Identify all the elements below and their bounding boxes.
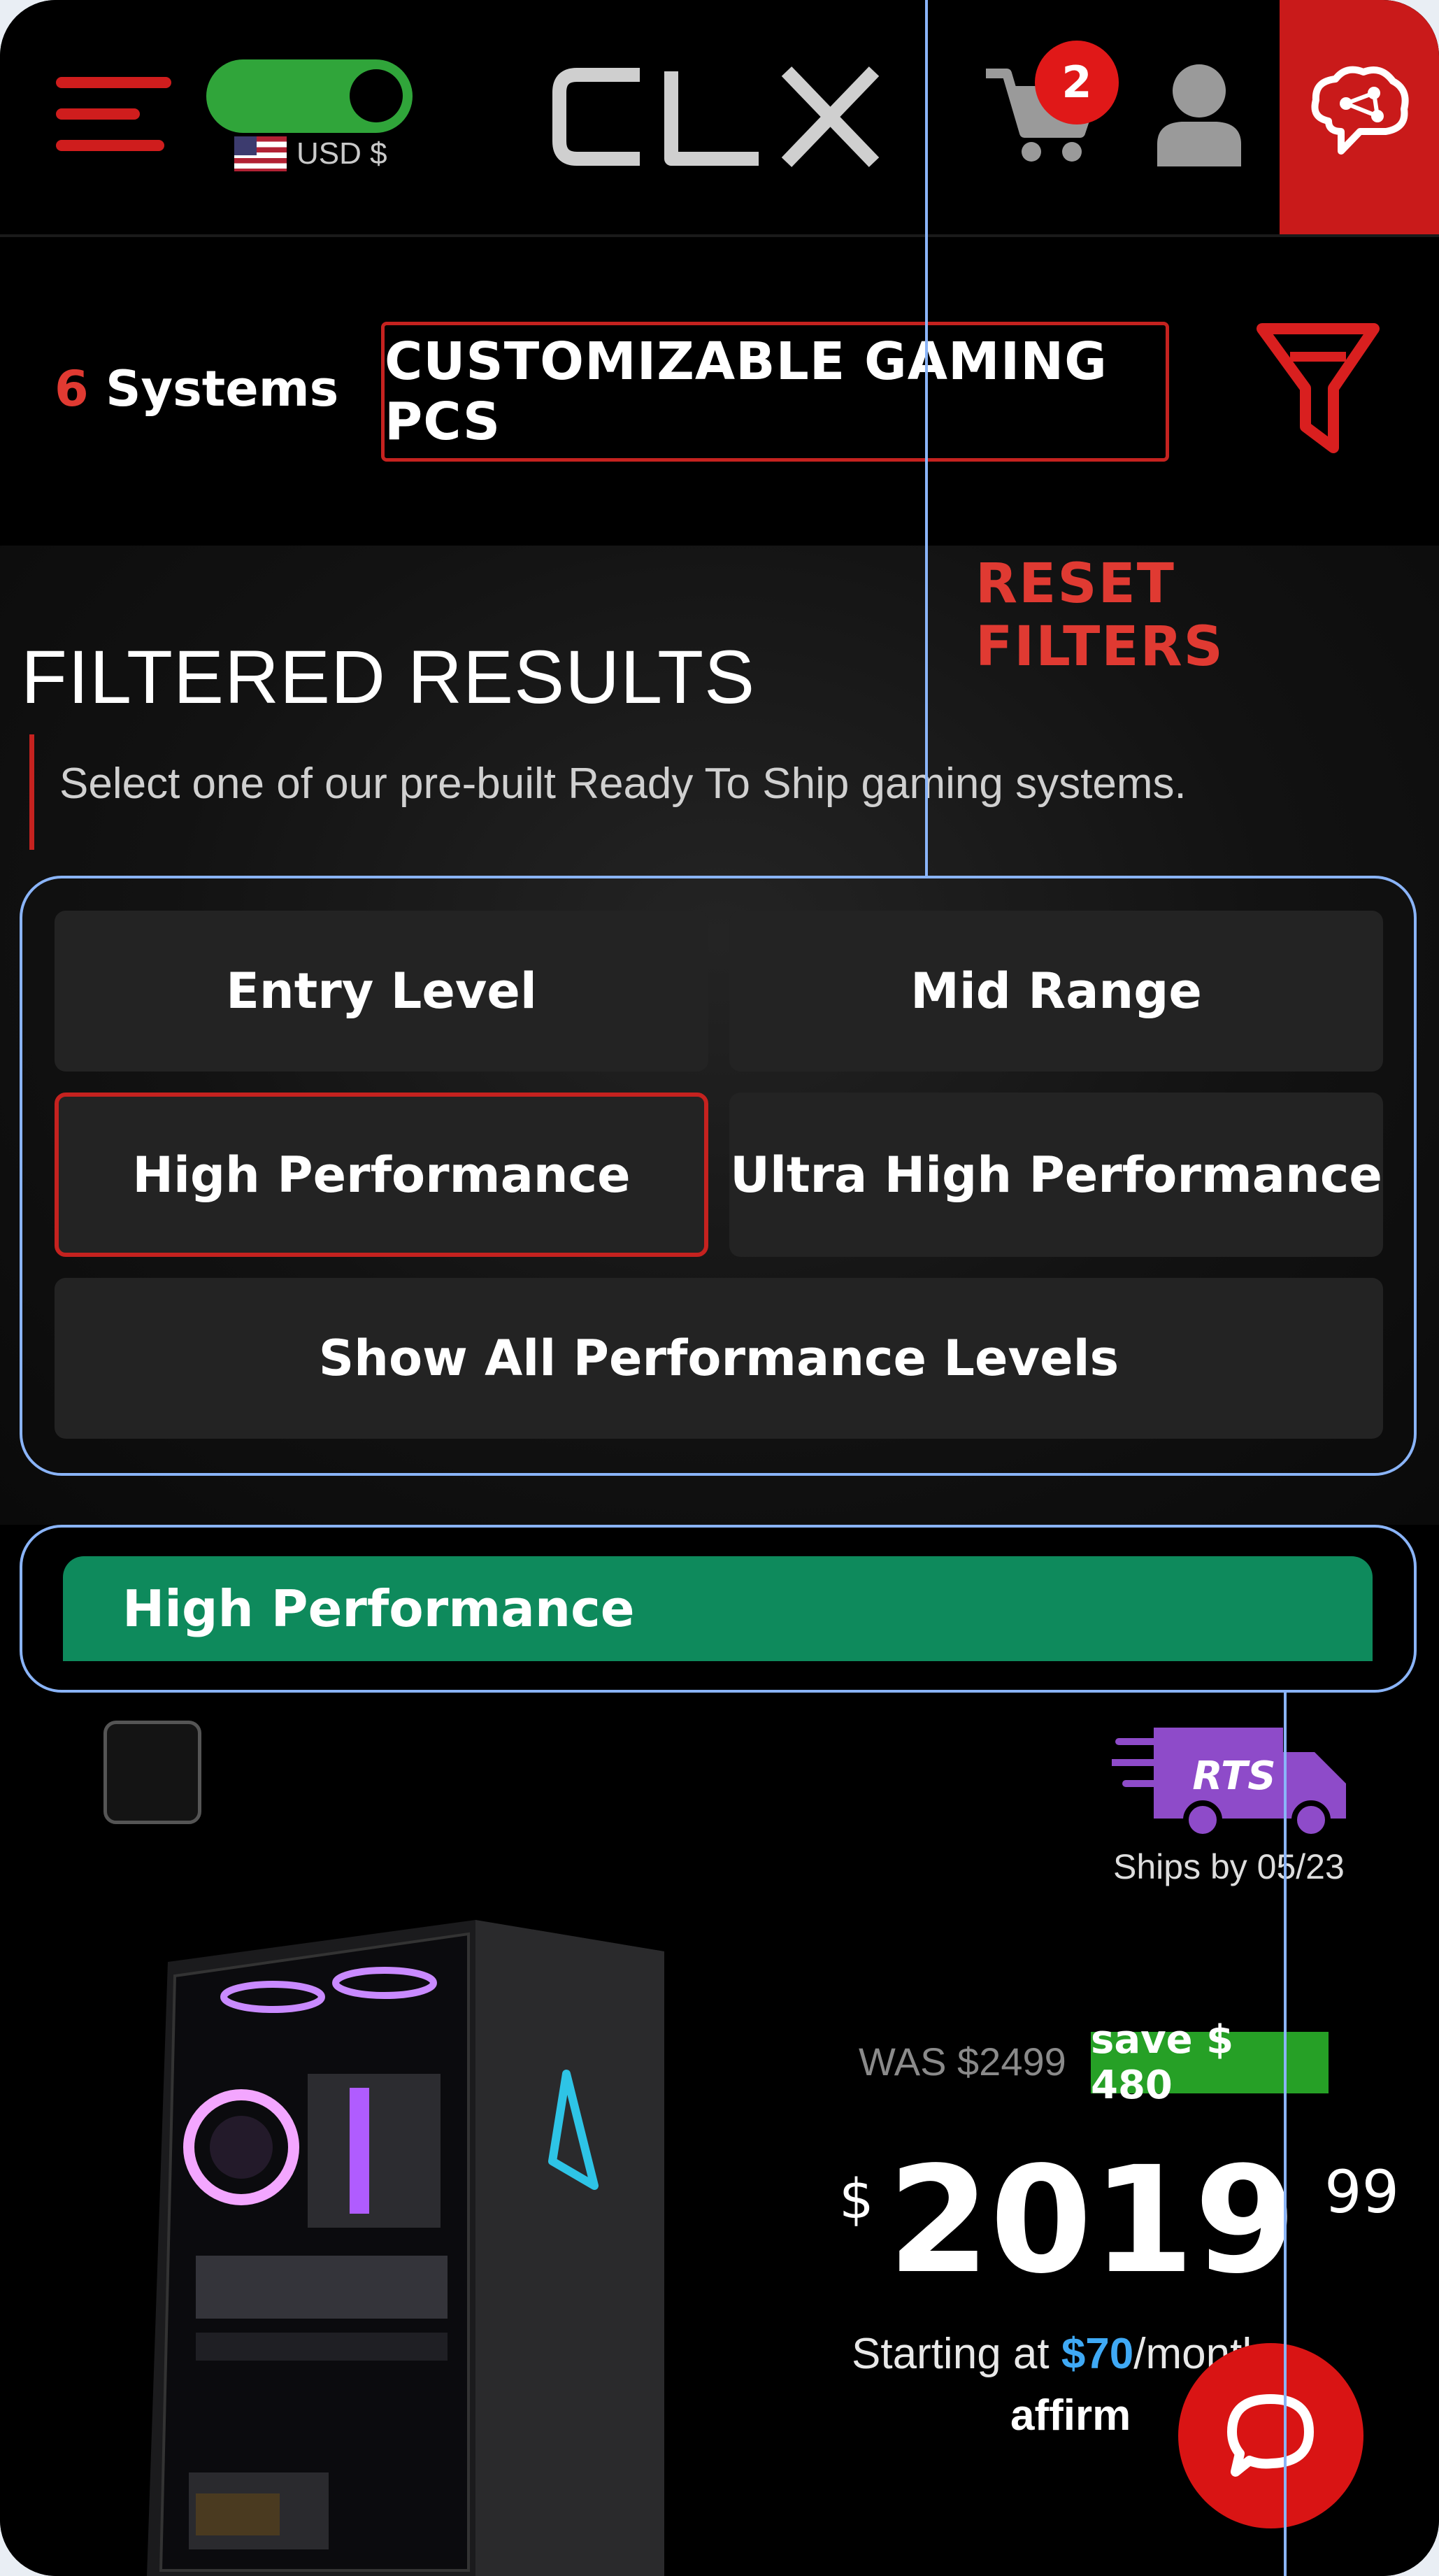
tier-show-all-button[interactable]: Show All Performance Levels: [55, 1278, 1383, 1439]
chat-icon: [1227, 2394, 1314, 2477]
tier-high-performance-button[interactable]: High Performance: [55, 1093, 708, 1257]
hamburger-icon[interactable]: [56, 77, 171, 154]
ships-by-date: Ships by 05/23: [1113, 1847, 1345, 1886]
top-nav-bar: USD $ 2: [0, 0, 1439, 237]
toggle-knob: [350, 69, 403, 122]
price-whole: 2019: [887, 2135, 1297, 2306]
reset-filters-link[interactable]: RESET FILTERS: [975, 553, 1439, 678]
app-frame: USD $ 2 6 Systems CUSTOMIZABLE GAMING PC…: [0, 0, 1439, 2576]
funnel-icon[interactable]: [1255, 318, 1381, 458]
systems-count-label: Systems: [106, 360, 339, 418]
product-price: $ 2019 99: [839, 2147, 1399, 2294]
chat-button[interactable]: [1178, 2343, 1363, 2528]
currency-selector[interactable]: USD $: [234, 136, 387, 171]
cart-count-badge: 2: [1035, 41, 1119, 124]
finance-prefix: Starting at: [852, 2330, 1061, 2378]
page-subtitle: Select one of our pre-built Ready To Shi…: [59, 760, 1187, 808]
savings-badge: save $ 480: [1091, 2017, 1329, 2108]
guide-line: [1284, 1693, 1287, 2576]
us-flag-icon: [234, 136, 287, 171]
systems-count: 6 Systems: [55, 360, 338, 418]
section-heading: High Performance: [63, 1556, 1373, 1661]
page-title: FILTERED RESULTS: [21, 634, 756, 719]
affirm-logo: affirm: [1010, 2391, 1131, 2440]
finance-amount: $70: [1061, 2330, 1134, 2378]
product-image[interactable]: [147, 1913, 678, 2576]
ai-assistant-button[interactable]: [1280, 0, 1439, 234]
compare-checkbox[interactable]: [103, 1721, 201, 1824]
tier-ultra-high-performance-button[interactable]: Ultra High Performance: [729, 1093, 1383, 1257]
brain-icon: [1311, 66, 1409, 155]
category-selector-button[interactable]: CUSTOMIZABLE GAMING PCS: [381, 322, 1169, 462]
delivery-truck-icon: RTS: [1112, 1728, 1346, 1840]
guide-line: [925, 0, 928, 876]
currency-label: USD $: [296, 136, 387, 171]
tier-entry-level-button[interactable]: Entry Level: [55, 911, 708, 1072]
systems-count-number: 6: [55, 360, 89, 418]
currency-toggle[interactable]: [206, 59, 413, 133]
price-currency: $: [839, 2168, 874, 2231]
clx-logo[interactable]: [549, 64, 885, 169]
tier-mid-range-button[interactable]: Mid Range: [729, 911, 1383, 1072]
user-icon[interactable]: [1150, 62, 1248, 166]
subtitle-accent-bar: [29, 734, 34, 850]
rts-badge-text: RTS: [1192, 1753, 1275, 1799]
was-price: WAS $2499: [859, 2040, 1066, 2084]
price-cents: 99: [1324, 2158, 1400, 2226]
